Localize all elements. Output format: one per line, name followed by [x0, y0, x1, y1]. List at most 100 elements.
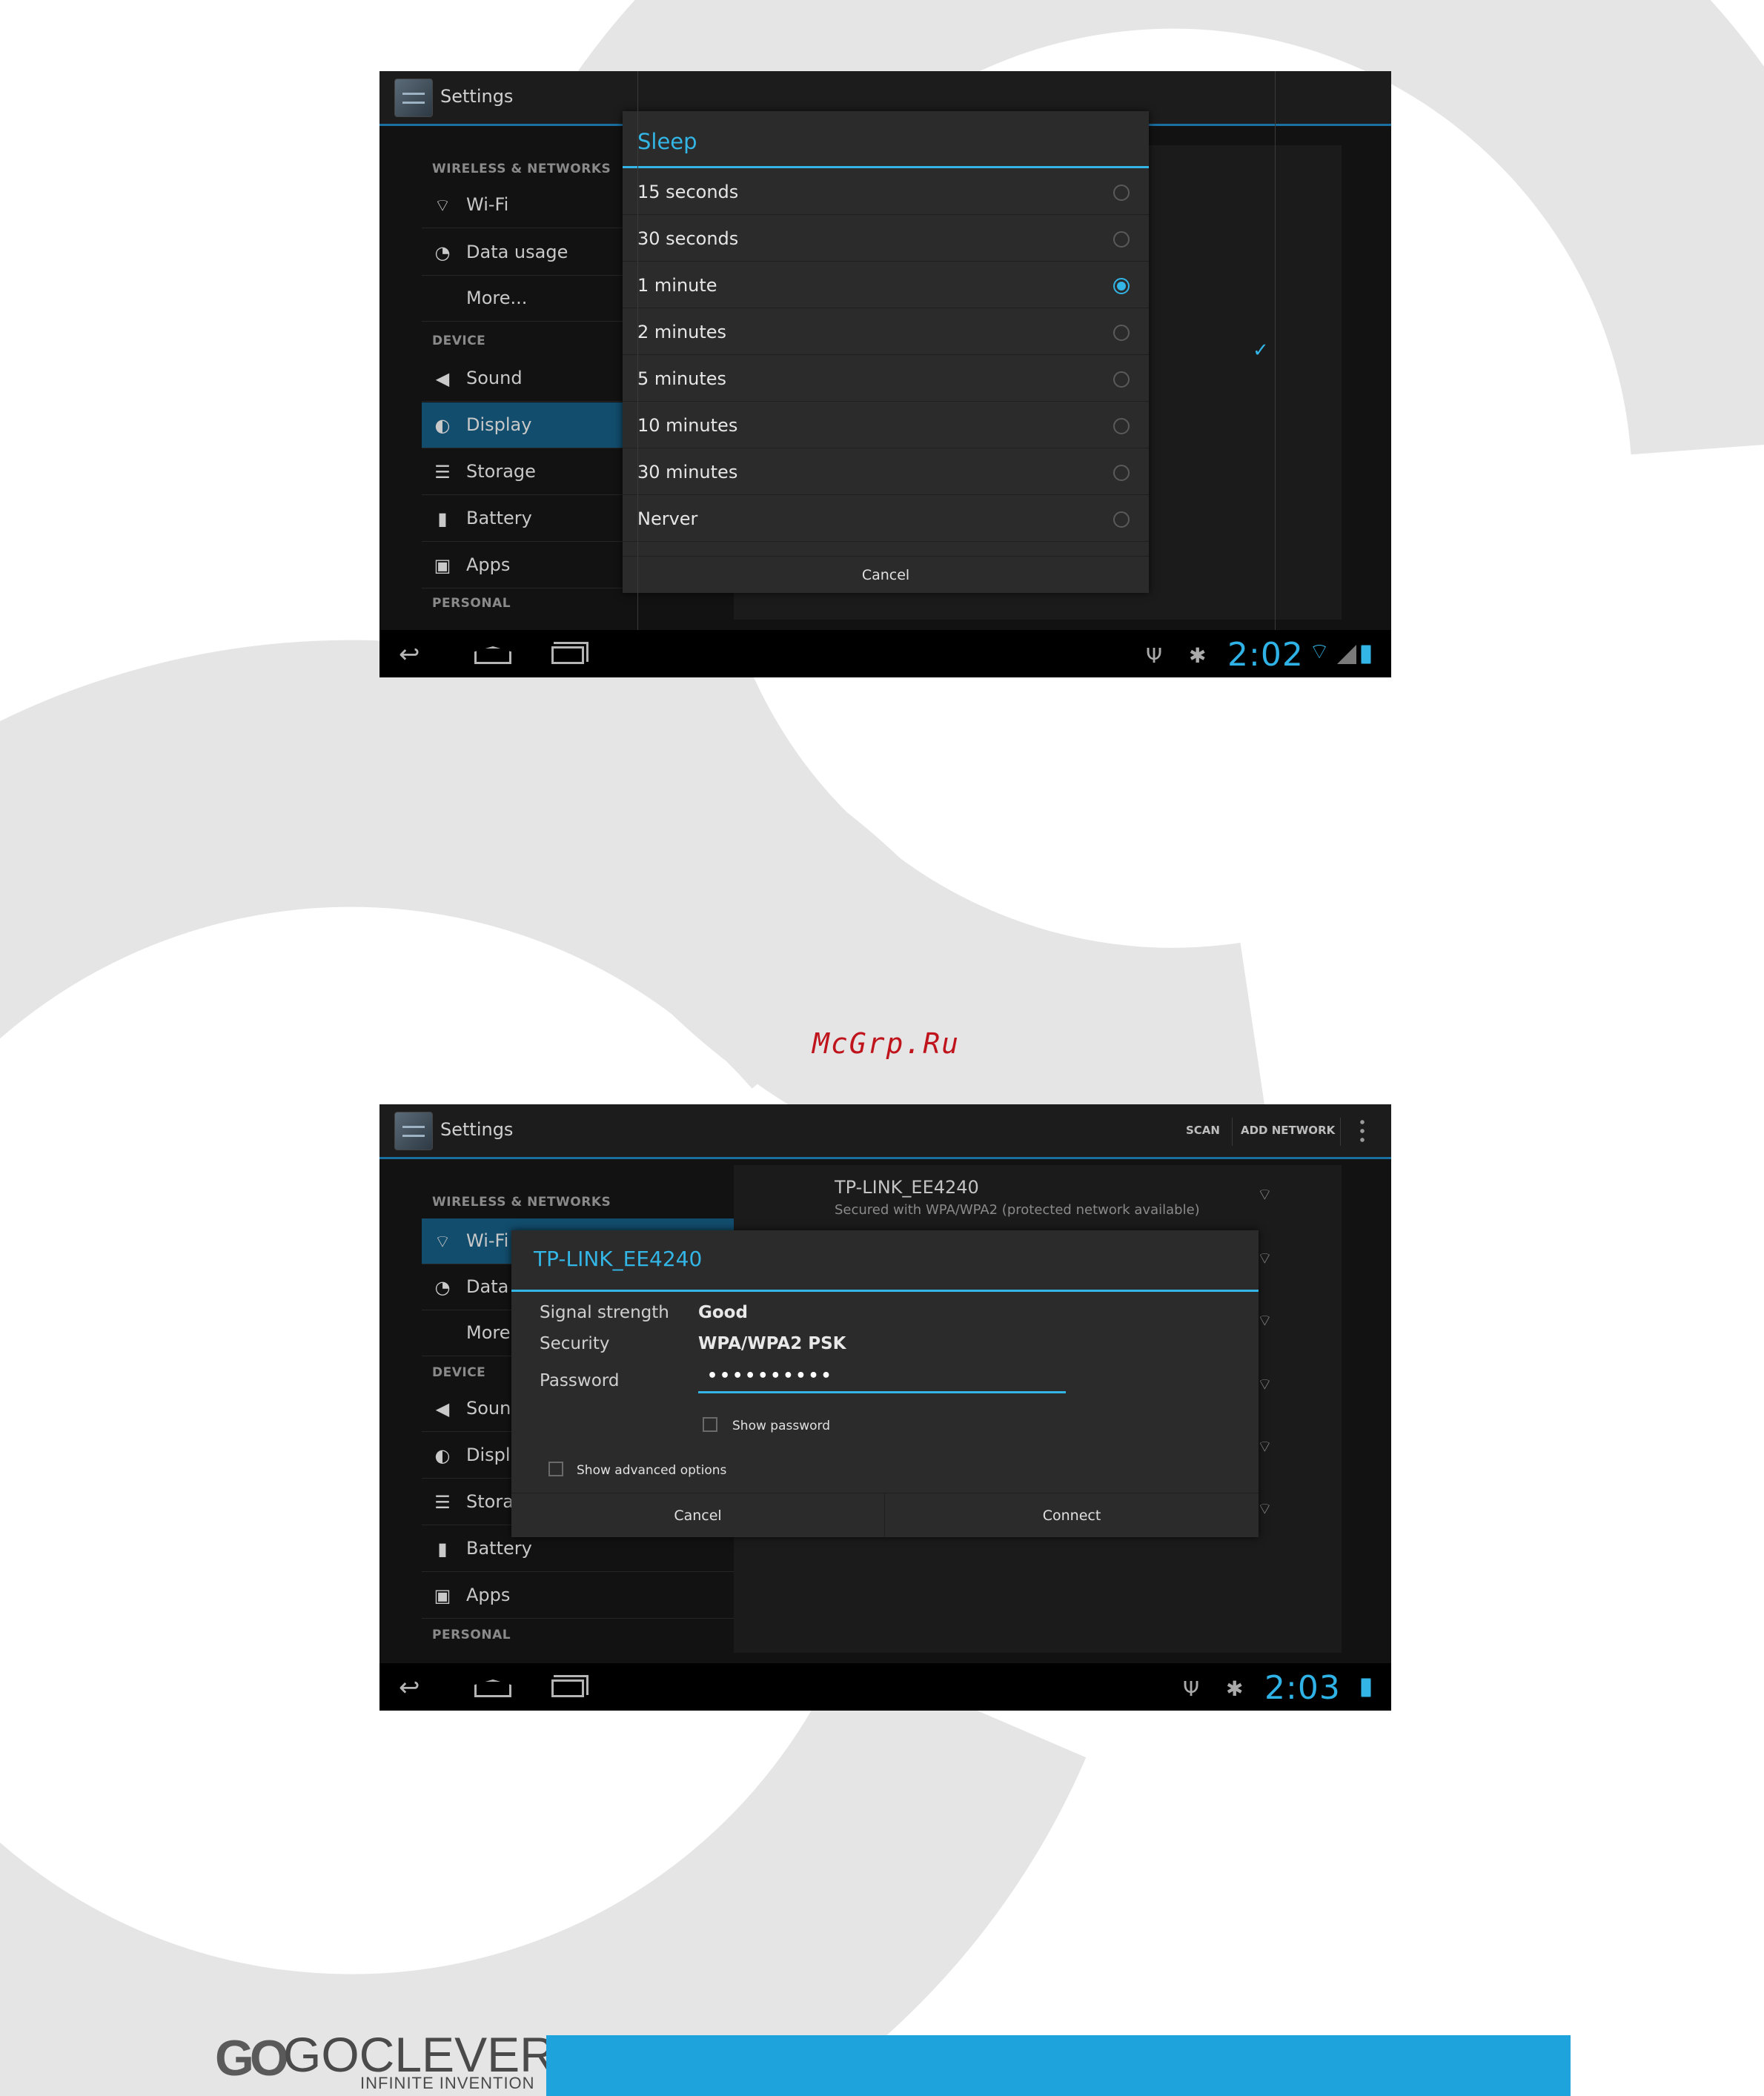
back-icon[interactable]: ↩ — [399, 1675, 420, 1700]
screenshot-sleep-dialog: Settings WIRELESS & NETWORKS ⌔ Wi-Fi ◔ D… — [379, 71, 1391, 677]
menu-item-label: Stora — [466, 1491, 514, 1512]
overflow-menu-icon[interactable] — [1360, 1118, 1365, 1144]
radio-button[interactable] — [1113, 418, 1130, 434]
checkbox-checked-icon[interactable]: ✓ — [1253, 339, 1269, 362]
menu-item-label: Data usage — [466, 242, 568, 262]
menu-item-label: Battery — [466, 508, 532, 528]
battery-status-icon — [1361, 1678, 1371, 1697]
settings-app-icon[interactable] — [394, 79, 433, 117]
wifi-connect-dialog: TP-LINK_EE4240 Signal strength Good Secu… — [511, 1230, 1259, 1537]
radio-button[interactable] — [1113, 371, 1130, 388]
menu-item-label: Wi-Fi — [466, 194, 509, 215]
sleep-option[interactable]: 5 minutes — [623, 355, 1149, 402]
section-wireless: WIRELESS & NETWORKS — [432, 1195, 611, 1210]
cell-signal-icon — [1337, 645, 1356, 664]
dialog-title: TP-LINK_EE4240 — [534, 1247, 703, 1271]
battery-status-icon — [1361, 645, 1371, 664]
battery-icon: ▮ — [437, 508, 448, 529]
signal-strength-label: Signal strength — [540, 1303, 669, 1322]
section-personal: PERSONAL — [432, 1628, 511, 1642]
menu-item-label: Sound — [466, 368, 523, 388]
section-device: DEVICE — [432, 1365, 486, 1380]
section-wireless: WIRELESS & NETWORKS — [432, 162, 611, 176]
data-usage-icon: ◔ — [434, 1277, 451, 1298]
password-input[interactable]: •••••••••• — [698, 1367, 1066, 1393]
section-personal: PERSONAL — [432, 596, 511, 611]
status-clock: 2:03 — [1264, 1669, 1341, 1707]
system-nav-bar: ↩ Ψ ✱ 2:03 — [379, 1663, 1391, 1711]
menu-item-label: Battery — [466, 1538, 532, 1559]
sleep-dialog: Sleep 15 seconds 30 seconds 1 minute 2 m… — [623, 111, 1149, 593]
sleep-option[interactable]: 30 minutes — [623, 448, 1149, 495]
network-status: Secured with WPA/WPA2 (protected network… — [835, 1202, 1200, 1218]
radio-button[interactable] — [1113, 465, 1130, 481]
radio-button[interactable] — [1113, 185, 1130, 201]
sleep-option[interactable]: 2 minutes — [623, 308, 1149, 355]
action-bar: Settings SCAN ADD NETWORK — [379, 1104, 1391, 1159]
apps-icon: ▣ — [434, 1585, 451, 1606]
wifi-lock-icon: ⌔ — [1257, 1376, 1273, 1394]
back-icon[interactable]: ↩ — [399, 642, 420, 667]
android-debug-icon: ✱ — [1189, 643, 1207, 668]
usb-icon: Ψ — [1146, 643, 1163, 668]
radio-button-selected[interactable] — [1113, 278, 1130, 294]
option-label: 2 minutes — [637, 322, 727, 342]
wifi-lock-icon: ⌔ — [1257, 1438, 1273, 1456]
option-label: 5 minutes — [637, 368, 727, 389]
menu-item-label: Displ — [466, 1445, 511, 1465]
goclever-logo-mark: GO — [215, 2030, 289, 2086]
network-name[interactable]: TP-LINK_EE4240 — [835, 1177, 979, 1198]
apps-icon: ▣ — [434, 555, 451, 576]
show-password-checkbox[interactable] — [703, 1417, 717, 1432]
system-nav-bar: ↩ Ψ ✱ 2:02 ⌔ — [379, 630, 1391, 677]
settings-app-icon[interactable] — [394, 1112, 433, 1150]
display-icon: ◐ — [434, 415, 451, 436]
radio-button[interactable] — [1113, 511, 1130, 528]
brand-tagline: INFINITE INVENTION — [360, 2074, 535, 2092]
data-usage-icon: ◔ — [434, 242, 451, 263]
scan-button[interactable]: SCAN — [1186, 1124, 1220, 1137]
option-label: 10 minutes — [637, 415, 738, 436]
menu-item-label: Data — [466, 1276, 509, 1297]
guide-line — [1275, 71, 1276, 677]
sleep-option[interactable]: 30 seconds — [623, 215, 1149, 262]
display-icon: ◐ — [434, 1445, 451, 1466]
radio-button[interactable] — [1113, 325, 1130, 341]
add-network-button[interactable]: ADD NETWORK — [1241, 1124, 1335, 1137]
screenshot-wifi-dialog: Settings SCAN ADD NETWORK WIRELESS & NET… — [379, 1104, 1391, 1711]
wifi-icon: ⌔ — [434, 195, 451, 216]
status-clock: 2:02 — [1227, 636, 1304, 674]
dialog-title: Sleep — [637, 129, 697, 154]
connect-button[interactable]: Connect — [885, 1493, 1259, 1537]
wifi-lock-icon: ⌔ — [1257, 1250, 1273, 1268]
watermark-text: McGrp.Ru — [812, 1027, 961, 1060]
sleep-option[interactable]: 1 minute — [623, 262, 1149, 308]
cancel-button[interactable]: Cancel — [623, 556, 1149, 593]
security-label: Security — [540, 1334, 610, 1353]
action-separator — [1232, 1118, 1233, 1146]
speaker-icon: ◀ — [435, 368, 450, 389]
app-title: Settings — [440, 86, 514, 107]
home-icon[interactable] — [474, 1679, 511, 1697]
menu-item-label: Soun — [466, 1398, 511, 1419]
recent-apps-icon[interactable] — [551, 642, 588, 664]
sleep-option[interactable]: 15 seconds — [623, 168, 1149, 215]
menu-item-label: Storage — [466, 461, 536, 482]
radio-button[interactable] — [1113, 231, 1130, 248]
show-password-label: Show password — [732, 1419, 830, 1433]
menu-item-apps[interactable]: ▣ Apps — [422, 1573, 735, 1619]
recent-apps-icon[interactable] — [551, 1675, 588, 1697]
sleep-option[interactable]: Nerver — [623, 495, 1149, 542]
cancel-button[interactable]: Cancel — [511, 1493, 885, 1537]
home-icon[interactable] — [474, 646, 511, 664]
storage-icon: ☰ — [434, 462, 451, 482]
action-separator — [1340, 1118, 1341, 1146]
footer-accent-bar — [546, 2035, 1571, 2096]
menu-item-label: Wi-Fi — [466, 1230, 509, 1251]
sleep-option[interactable]: 10 minutes — [623, 402, 1149, 448]
option-label: 15 seconds — [637, 182, 739, 202]
show-advanced-checkbox[interactable] — [548, 1462, 563, 1476]
storage-icon: ☰ — [434, 1492, 451, 1513]
dialog-divider — [511, 1290, 1259, 1292]
menu-item-label: Display — [466, 414, 532, 435]
